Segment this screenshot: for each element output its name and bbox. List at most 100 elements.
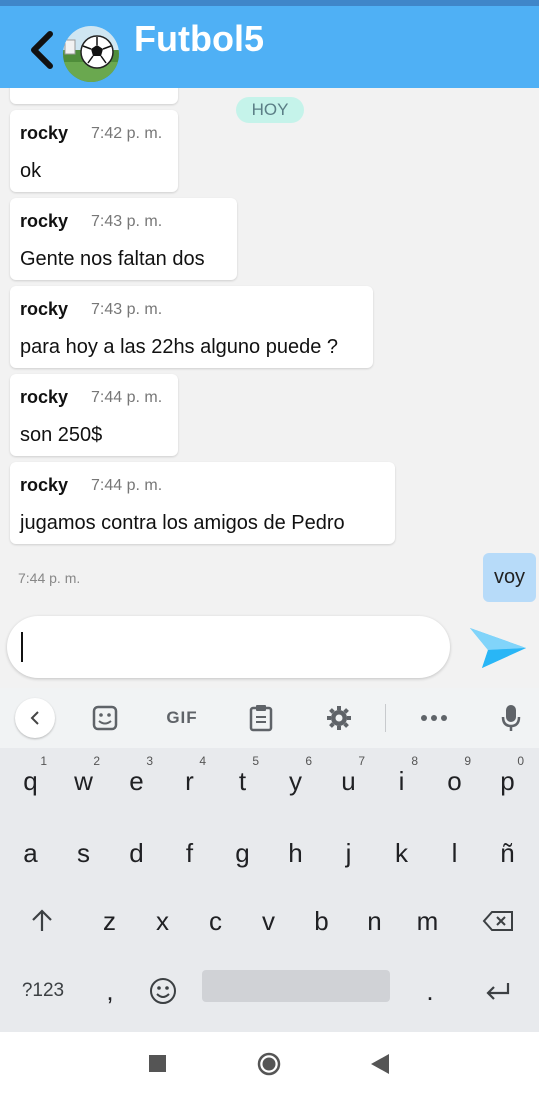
key[interactable]: k [375, 820, 428, 886]
voice-input-button[interactable] [490, 688, 532, 748]
message-sender: rocky [20, 475, 69, 495]
key[interactable]: d [110, 820, 163, 886]
clipboard-icon [249, 705, 273, 732]
keyboard-row-2: a s d f g h j k l ñ [0, 820, 539, 886]
group-avatar[interactable] [63, 26, 119, 82]
key[interactable]: n [348, 888, 401, 954]
key[interactable]: w2 [57, 748, 110, 814]
chat-title: Futbol5 [134, 18, 264, 59]
key-label: o [447, 765, 462, 796]
key[interactable]: x [136, 888, 189, 954]
app-bar: Futbol5 [0, 6, 539, 88]
key-hint: 3 [146, 754, 153, 768]
gif-button[interactable]: GIF [160, 688, 204, 748]
back-nav-icon[interactable] [371, 1054, 389, 1074]
key[interactable]: a [4, 820, 57, 886]
backspace-key[interactable] [470, 888, 526, 954]
message-input[interactable] [7, 616, 450, 678]
message-text: son 250$ [20, 424, 103, 446]
sticker-icon [92, 705, 118, 731]
key-label: w [74, 765, 93, 796]
key-hint: 5 [252, 754, 259, 768]
key[interactable]: t5 [216, 748, 269, 814]
key-label: r [185, 765, 194, 796]
keyboard-toolbar: GIF [0, 688, 539, 748]
keyboard-row-1: q1 w2 e3 r4 t5 y6 u7 i8 o9 p0 [0, 748, 539, 814]
message-time: 7:43 p. m. [91, 301, 163, 318]
key-label: e [129, 765, 144, 796]
symbols-key[interactable]: ?123 [8, 958, 78, 1024]
period-key[interactable]: . [404, 958, 456, 1024]
shift-icon [32, 909, 52, 931]
key[interactable]: u7 [322, 748, 375, 814]
message-sender: rocky [20, 123, 69, 143]
message-time: 7:44 p. m. [91, 477, 163, 494]
settings-button[interactable] [318, 688, 360, 748]
message-bubble[interactable]: rocky 7:43 p. m. para hoy a las 22hs alg… [10, 286, 373, 368]
key-label: q [23, 765, 38, 796]
shift-key[interactable] [16, 888, 68, 954]
key-hint: 8 [411, 754, 418, 768]
back-arrow-icon[interactable] [26, 28, 58, 72]
message-bubble[interactable]: rocky 7:42 p. m. ok [10, 110, 178, 192]
key-hint: 6 [305, 754, 312, 768]
key[interactable]: b [295, 888, 348, 954]
key[interactable]: i8 [375, 748, 428, 814]
message-text: para hoy a las 22hs alguno puede ? [20, 336, 339, 358]
key[interactable]: z [83, 888, 136, 954]
key[interactable]: e3 [110, 748, 163, 814]
keyboard-row-4: ?123 , . [0, 958, 539, 1024]
message-time: 7:44 p. m. [91, 389, 163, 406]
message-sender: rocky [20, 211, 69, 231]
emoji-icon [150, 978, 176, 1004]
message-time: 7:42 p. m. [91, 125, 163, 142]
key[interactable]: f [163, 820, 216, 886]
keyboard: GIF q1 w2 e3 r4 t5 y6 u7 i8 o9 p0 a s d … [0, 688, 539, 1032]
key-hint: 9 [464, 754, 471, 768]
home-icon[interactable] [257, 1052, 281, 1076]
recents-icon[interactable] [149, 1055, 166, 1072]
key[interactable]: o9 [428, 748, 481, 814]
chevron-left-icon [30, 711, 39, 725]
sent-message-time: 7:44 p. m. [18, 570, 81, 586]
gif-label: GIF [166, 708, 198, 727]
message-text: ok [20, 160, 42, 182]
message-bubble-partial [10, 88, 178, 104]
key[interactable]: ñ [481, 820, 534, 886]
more-icon [421, 715, 447, 721]
key[interactable]: g [216, 820, 269, 886]
sent-message-bubble[interactable]: voy [483, 553, 536, 602]
enter-key[interactable] [470, 958, 526, 1024]
key-hint: 1 [40, 754, 47, 768]
message-bubble[interactable]: rocky 7:43 p. m. Gente nos faltan dos [10, 198, 237, 280]
day-badge: HOY [236, 97, 304, 123]
message-sender: rocky [20, 299, 69, 319]
clipboard-button[interactable] [240, 688, 282, 748]
key[interactable]: r4 [163, 748, 216, 814]
collapse-toolbar-button[interactable] [14, 688, 56, 748]
key-label: t [238, 765, 247, 796]
key[interactable]: v [242, 888, 295, 954]
space-key[interactable] [202, 970, 390, 1002]
send-icon[interactable] [468, 622, 528, 672]
key[interactable]: m [401, 888, 454, 954]
key-label: p [500, 765, 515, 796]
more-button[interactable] [412, 688, 456, 748]
key[interactable]: j [322, 820, 375, 886]
key[interactable]: c [189, 888, 242, 954]
key[interactable]: l [428, 820, 481, 886]
key-hint: 4 [199, 754, 206, 768]
key[interactable]: q1 [4, 748, 57, 814]
key[interactable]: h [269, 820, 322, 886]
key[interactable]: y6 [269, 748, 322, 814]
key-label: i [398, 765, 405, 796]
message-list[interactable]: HOY rocky 7:42 p. m. ok rocky 7:43 p. m.… [0, 88, 539, 608]
message-sender: rocky [20, 387, 69, 407]
key[interactable]: p0 [481, 748, 534, 814]
message-bubble[interactable]: rocky 7:44 p. m. son 250$ [10, 374, 178, 456]
comma-key[interactable]: , [84, 958, 136, 1024]
key[interactable]: s [57, 820, 110, 886]
message-bubble[interactable]: rocky 7:44 p. m. jugamos contra los amig… [10, 462, 395, 544]
emoji-key[interactable] [136, 958, 190, 1024]
sticker-button[interactable] [84, 688, 126, 748]
